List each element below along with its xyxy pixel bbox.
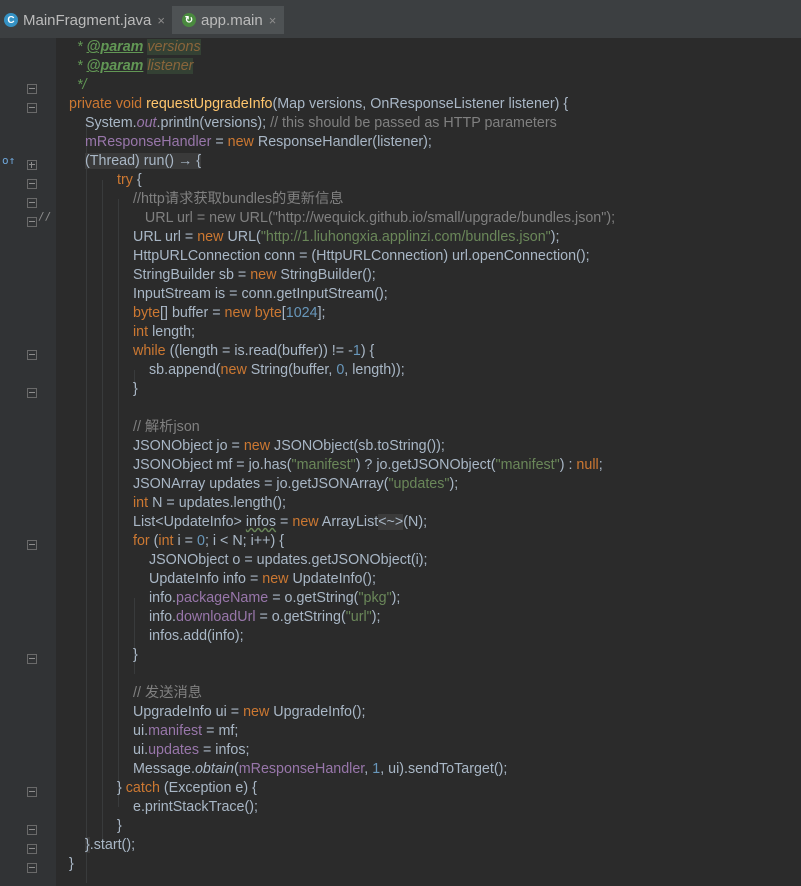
code-line-43: }.start(); <box>85 837 136 853</box>
fold-icon[interactable] <box>27 179 37 189</box>
tab-label: app.main <box>201 11 263 29</box>
tab-app-main[interactable]: ↻ app.main × <box>172 6 284 34</box>
code-line-26: List<UpdateInfo> infos = new ArrayList<~… <box>133 514 428 530</box>
code-line-21: // 解析json <box>133 419 200 435</box>
code-editor[interactable]: * @param versions * @param listener */ p… <box>56 38 801 886</box>
code-line-15: byte[] buffer = new byte[1024]; <box>133 305 326 321</box>
code-line-36: UpgradeInfo ui = new UpgradeInfo(); <box>133 704 366 720</box>
code-line-1: * @param versions <box>73 39 201 55</box>
code-line-8: try { <box>117 172 142 188</box>
code-line-27: for (int i = 0; i < N; i++) { <box>133 533 285 549</box>
code-line-11: URL url = new URL("http://1.liuhongxia.a… <box>133 229 560 245</box>
code-line-4: private void requestUpgradeInfo(Map vers… <box>69 96 569 112</box>
fold-icon[interactable] <box>27 654 37 664</box>
code-line-31: info.downloadUrl = o.getString("url"); <box>149 609 381 625</box>
comment-marker: // <box>38 210 52 223</box>
editor-gutter: o↑ // <box>0 38 56 886</box>
fold-icon[interactable] <box>27 388 37 398</box>
close-icon[interactable]: × <box>269 13 277 28</box>
class-c-icon: C <box>4 13 18 27</box>
module-icon: ↻ <box>182 13 196 27</box>
code-line-18: sb.append(new String(buffer, 0, length))… <box>149 362 405 378</box>
fold-icon[interactable] <box>27 103 37 113</box>
fold-icon[interactable] <box>27 825 37 835</box>
tab-label: MainFragment.java <box>23 11 152 29</box>
code-line-41: e.printStackTrace(); <box>133 799 258 815</box>
tab-mainfragment[interactable]: C MainFragment.java × <box>0 6 170 34</box>
code-line-29: UpdateInfo info = new UpdateInfo(); <box>149 571 376 587</box>
code-line-16: int length; <box>133 324 196 340</box>
code-line-25: int N = updates.length(); <box>133 495 286 511</box>
code-line-38: ui.updates = infos; <box>133 742 250 758</box>
fold-icon[interactable] <box>27 787 37 797</box>
editor-tab-bar: C MainFragment.java × ↻ app.main × <box>0 0 801 39</box>
code-line-9: //http请求获取bundles的更新信息 <box>133 191 344 207</box>
code-line-19: } <box>133 381 138 397</box>
code-line-7[interactable]: (Thread) run() → { <box>85 152 201 171</box>
code-line-2: * @param listener <box>73 58 194 74</box>
fold-icon[interactable] <box>27 863 37 873</box>
code-line-24: JSONArray updates = jo.getJSONArray("upd… <box>133 476 459 492</box>
code-line-10: URL url = new URL("http://wequick.github… <box>133 210 616 226</box>
fold-icon[interactable] <box>27 350 37 360</box>
code-line-39: Message.obtain(mResponseHandler, 1, ui).… <box>133 761 508 777</box>
code-line-5: System.out.println(versions); // this sh… <box>85 115 557 131</box>
code-line-17: while ((length = is.read(buffer)) != -1)… <box>133 343 375 359</box>
code-line-37: ui.manifest = mf; <box>133 723 239 739</box>
code-line-3: */ <box>73 77 87 93</box>
code-line-23: JSONObject mf = jo.has("manifest") ? jo.… <box>133 457 603 473</box>
code-line-14: InputStream is = conn.getInputStream(); <box>133 286 388 302</box>
folded-lambda[interactable]: (Thread) run() → { <box>85 153 201 169</box>
code-line-32: infos.add(info); <box>149 628 244 644</box>
close-icon[interactable]: × <box>157 13 165 28</box>
fold-expand-icon[interactable] <box>27 160 37 170</box>
code-line-28: JSONObject o = updates.getJSONObject(i); <box>149 552 428 568</box>
code-line-13: StringBuilder sb = new StringBuilder(); <box>133 267 376 283</box>
code-line-33: } <box>133 647 138 663</box>
fold-icon[interactable] <box>27 540 37 550</box>
fold-icon[interactable] <box>27 198 37 208</box>
code-line-35: // 发送消息 <box>133 685 203 701</box>
code-line-40: } catch (Exception e) { <box>117 780 257 796</box>
fold-icon[interactable] <box>27 217 37 227</box>
code-line-30: info.packageName = o.getString("pkg"); <box>149 590 401 606</box>
override-marker-icon[interactable]: o↑ <box>2 154 15 167</box>
code-line-42: } <box>117 818 122 834</box>
code-line-44: } <box>69 856 74 872</box>
code-line-22: JSONObject jo = new JSONObject(sb.toStri… <box>133 438 445 454</box>
fold-icon[interactable] <box>27 84 37 94</box>
code-line-12: HttpURLConnection conn = (HttpURLConnect… <box>133 248 590 264</box>
fold-icon[interactable] <box>27 844 37 854</box>
code-line-6: mResponseHandler = new ResponseHandler(l… <box>85 134 432 150</box>
